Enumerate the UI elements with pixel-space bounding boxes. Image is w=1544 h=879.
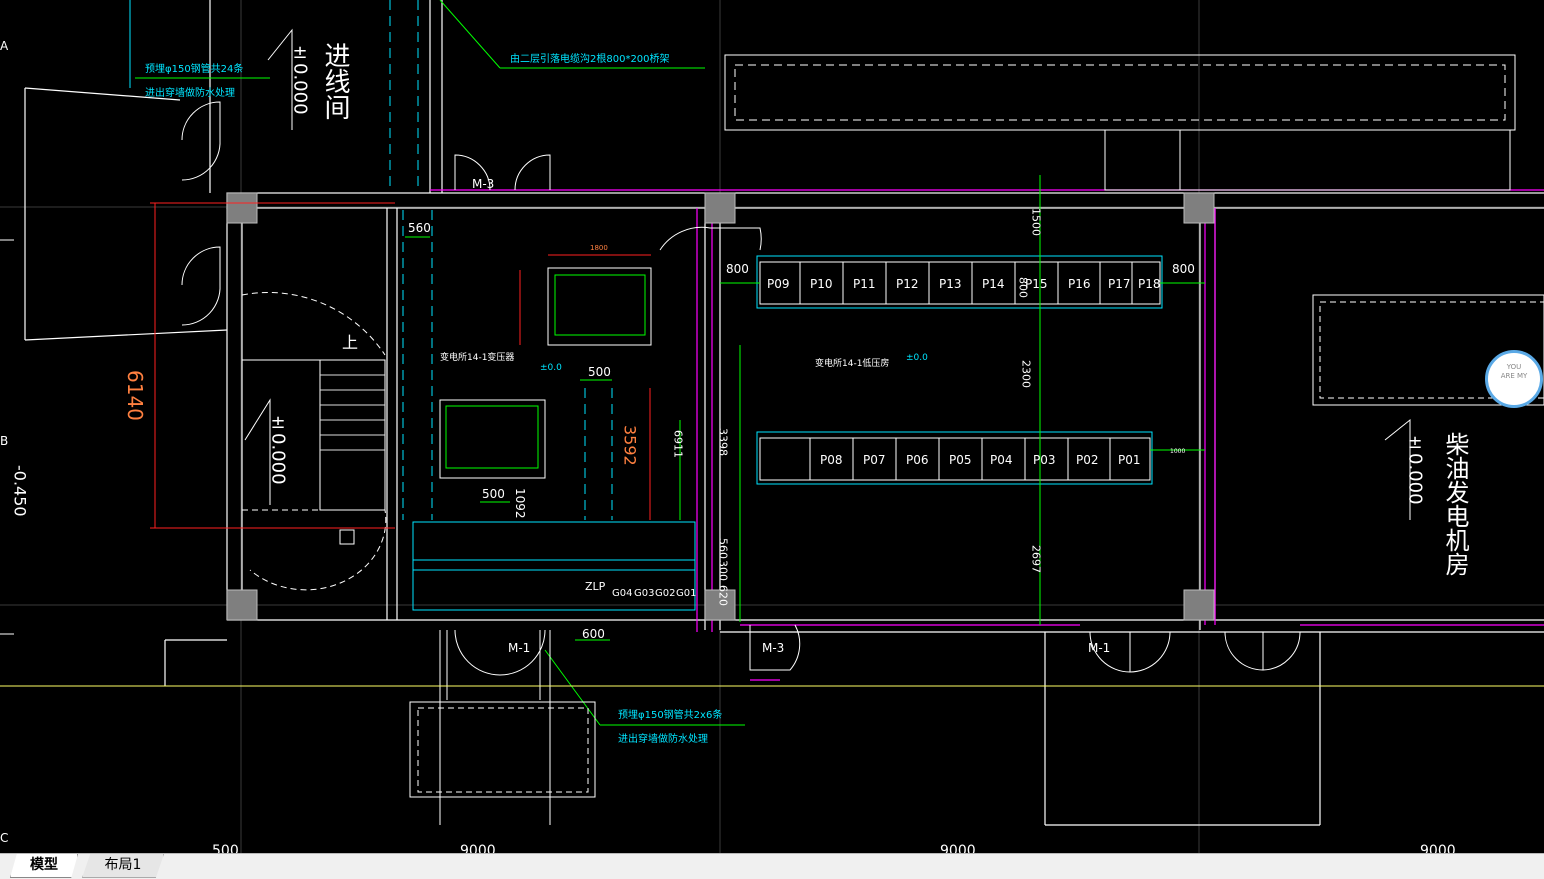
- elev-small-2: ±0.0: [540, 363, 562, 373]
- grid-label-a: A: [0, 39, 9, 53]
- panel-p01: P01: [1118, 453, 1141, 467]
- dim-bottom-4: 9000: [1420, 843, 1456, 853]
- dim-300: 300: [717, 560, 730, 581]
- grid-label-c: C: [0, 831, 8, 845]
- dim-2697: 2697: [1030, 545, 1043, 573]
- panel-p10: P10: [810, 277, 833, 291]
- room-generator: 柴油发电机房: [1441, 432, 1469, 576]
- dim-800-right: 800: [1172, 262, 1195, 276]
- note-tray: 由二层引落电缆沟2根800*200桥架: [510, 52, 670, 65]
- stair-up: 上: [342, 333, 358, 352]
- elev-small: ±0.0: [906, 353, 928, 363]
- elev-zero-mid: ±0.000: [268, 412, 289, 485]
- dim-bottom-3: 9000: [940, 843, 976, 853]
- note-pipes-2b: 进出穿墙做防水处理: [618, 732, 708, 745]
- transformer-red-dims: [150, 202, 651, 529]
- watermark-badge: YOU ARE MY: [1485, 350, 1543, 408]
- panel-p12: P12: [896, 277, 919, 291]
- elev-minus: -0.450: [11, 465, 30, 517]
- door-m3-top: M-3: [472, 177, 494, 191]
- room-substation: 变电所14-1变压器: [440, 351, 514, 363]
- tab-model[interactable]: 模型: [10, 854, 78, 878]
- dim-bottom-2: 9000: [460, 843, 496, 853]
- dim-6140: 6140: [123, 370, 147, 421]
- panel-p17: P17: [1108, 277, 1131, 291]
- watermark-line2: ARE MY: [1500, 372, 1528, 380]
- dim-3592: 3592: [621, 425, 640, 466]
- elev-zero-top: ±0.000: [290, 42, 311, 115]
- door-m1-right: M-1: [1088, 641, 1110, 655]
- zlp-label: ZLP: [585, 580, 606, 593]
- panel-p07: P07: [863, 453, 886, 467]
- door-swings: [181, 101, 1301, 676]
- layout-tab-bar: 模型 布局1: [0, 853, 1544, 879]
- panel-p11: P11: [853, 277, 876, 291]
- panel-g02: G02: [655, 588, 675, 599]
- panel-p03: P03: [1033, 453, 1056, 467]
- cad-model-canvas[interactable]: A B C 预埋φ150钢管共24条 进出穿墙做防水处理 由二层引落电缆沟2根8…: [0, 0, 1544, 853]
- dim-2300: 2300: [1020, 360, 1033, 388]
- dim-1500: 1500: [1030, 208, 1043, 236]
- cable-trench: [129, 0, 1163, 611]
- stair-area: [241, 292, 387, 591]
- panel-p05: P05: [949, 453, 972, 467]
- panel-g03: G03: [634, 588, 654, 599]
- room-incoming: 进线间: [320, 42, 350, 120]
- dim-6911: 6911: [672, 430, 685, 458]
- dim-620: 620: [717, 585, 730, 606]
- panel-g04: G04: [612, 588, 632, 599]
- note-pipes-1: 预埋φ150钢管共24条: [145, 62, 243, 75]
- panel-p04: P04: [990, 453, 1013, 467]
- panel-p08: P08: [820, 453, 843, 467]
- dim-1000: 1000: [1170, 448, 1185, 455]
- dim-bottom-1: 500: [212, 843, 239, 853]
- panel-p13: P13: [939, 277, 962, 291]
- panel-p16: P16: [1068, 277, 1091, 291]
- top-structures: [724, 54, 1544, 406]
- dim-3398: 3398: [717, 428, 730, 456]
- transformers: [439, 267, 652, 479]
- dim-500a: 500: [588, 365, 611, 379]
- panel-p14: P14: [982, 277, 1005, 291]
- door-m3-bottom: M-3: [762, 641, 784, 655]
- grid-label-b: B: [0, 434, 8, 448]
- panel-g01: G01: [676, 588, 696, 599]
- dim-800-left: 800: [726, 262, 749, 276]
- elevation-markers: [244, 28, 1411, 520]
- bottom-structures: [409, 630, 596, 825]
- dim-1800: 1800: [590, 244, 608, 252]
- panel-p18: P18: [1138, 277, 1161, 291]
- dim-1092: 1092: [513, 488, 527, 519]
- walls: [24, 0, 1544, 826]
- door-m1-left: M-1: [508, 641, 530, 655]
- magenta-outline: [430, 189, 1544, 681]
- room-low-voltage: 变电所14-1低压房: [815, 357, 889, 369]
- dim-500b: 500: [482, 487, 505, 501]
- panel-p09: P09: [767, 277, 790, 291]
- axis-grid: [0, 0, 1544, 853]
- watermark-line1: YOU: [1506, 363, 1522, 371]
- note-pipes-1b: 进出穿墙做防水处理: [145, 86, 235, 99]
- floor-plan-drawing[interactable]: A B C 预埋φ150钢管共24条 进出穿墙做防水处理 由二层引落电缆沟2根8…: [0, 0, 1544, 853]
- panel-p06: P06: [906, 453, 929, 467]
- note-pipes-2: 预埋φ150钢管共2x6条: [618, 708, 722, 721]
- dim-600: 600: [582, 627, 605, 641]
- panel-p15: P15: [1025, 277, 1048, 291]
- panel-p02: P02: [1076, 453, 1099, 467]
- elev-zero-right: ±0.000: [1405, 432, 1426, 505]
- dim-560: 560: [408, 221, 431, 235]
- dim-560b: 560: [717, 538, 730, 559]
- tab-layout1[interactable]: 布局1: [82, 854, 164, 878]
